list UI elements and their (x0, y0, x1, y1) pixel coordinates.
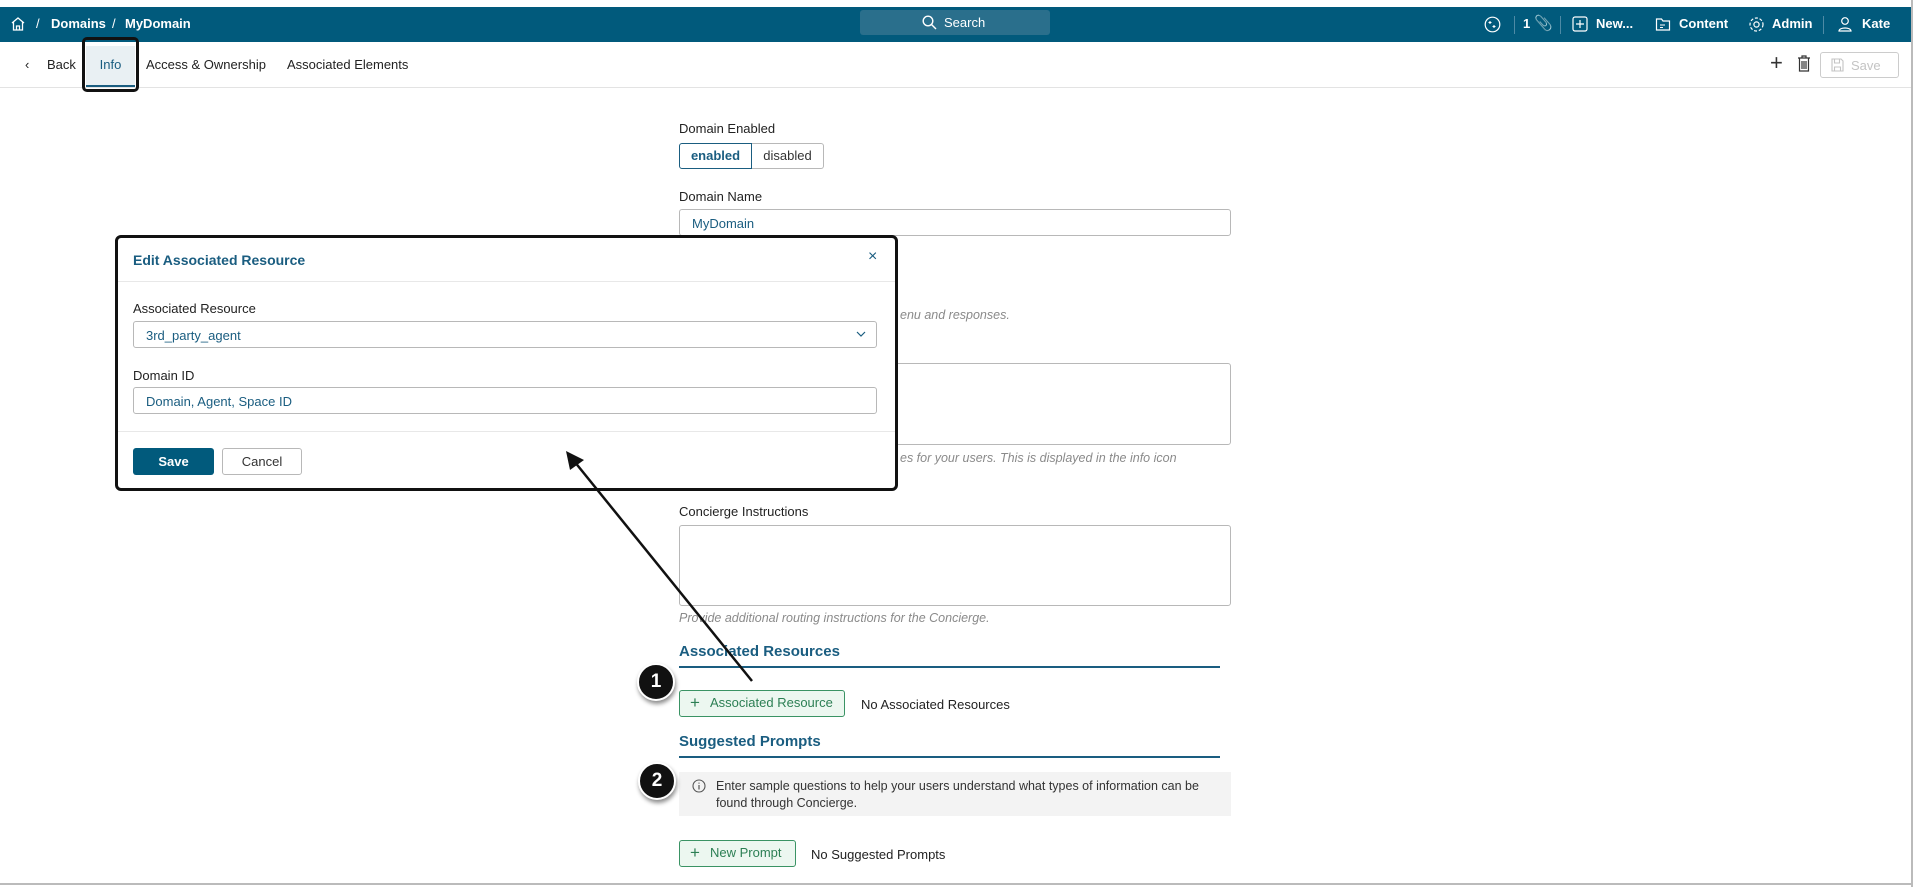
add-associated-resource-button[interactable]: + Associated Resource (679, 690, 845, 717)
folder-icon[interactable] (1655, 16, 1671, 32)
prompts-info-text: Enter sample questions to help your user… (716, 779, 1199, 810)
plus-icon: + (690, 693, 700, 712)
divider (679, 666, 1220, 668)
dialog-cancel-button[interactable]: Cancel (222, 448, 302, 475)
associated-resource-select[interactable]: 3rd_party_agent (133, 321, 877, 348)
save-label: Save (1851, 58, 1881, 73)
tab-associated-elements[interactable]: Associated Elements (287, 57, 408, 72)
admin-menu[interactable]: Admin (1772, 16, 1812, 31)
divider (118, 431, 895, 432)
button-label: Associated Resource (710, 695, 833, 710)
edit-associated-resource-dialog: Edit Associated Resource × Associated Re… (115, 235, 898, 491)
annotation-badge-2: 2 (638, 762, 676, 800)
concierge-help: Provide additional routing instructions … (679, 611, 990, 625)
domain-id-label: Domain ID (133, 368, 195, 383)
divider (1560, 16, 1561, 34)
content-menu[interactable]: Content (1679, 16, 1728, 31)
info-tab-highlight (82, 37, 139, 92)
dialog-title: Edit Associated Resource (133, 252, 306, 268)
save-icon (1831, 58, 1844, 72)
chevron-left-icon[interactable]: ‹ (25, 57, 29, 72)
button-label: New Prompt (710, 845, 782, 860)
info-icon (692, 779, 706, 793)
associated-resources-heading: Associated Resources (679, 643, 840, 660)
user-menu[interactable]: Kate (1862, 16, 1890, 31)
description-help-fragment: es for your users. This is displayed in … (900, 451, 1177, 465)
breadcrumb-separator: / (36, 16, 40, 31)
toggle-disabled[interactable]: disabled (752, 143, 824, 169)
concierge-instructions-label: Concierge Instructions (679, 504, 809, 519)
save-button[interactable]: Save (1820, 52, 1899, 78)
home-icon[interactable] (10, 16, 26, 32)
select-value: 3rd_party_agent (146, 328, 241, 343)
breadcrumb-domains[interactable]: Domains (51, 16, 106, 31)
search-icon (922, 15, 937, 30)
associated-resource-label: Associated Resource (133, 301, 256, 316)
breadcrumb-separator: / (112, 16, 116, 31)
toggle-enabled[interactable]: enabled (679, 143, 752, 169)
add-icon[interactable]: + (1770, 50, 1783, 76)
plus-square-icon[interactable] (1572, 16, 1588, 32)
scrollbar-edge (1911, 0, 1913, 887)
concierge-instructions-textarea[interactable] (679, 525, 1231, 606)
divider (679, 756, 1220, 758)
breadcrumb-mydomain: MyDomain (125, 16, 191, 31)
window-bottom-edge (0, 883, 1913, 885)
chevron-down-icon (856, 331, 866, 337)
attachment-count[interactable]: 1 (1523, 16, 1530, 31)
back-button[interactable]: Back (47, 57, 76, 72)
domain-name-input[interactable]: MyDomain (679, 209, 1231, 236)
domain-enabled-label: Domain Enabled (679, 121, 776, 136)
plus-icon: + (690, 843, 700, 862)
dialog-save-button[interactable]: Save (133, 448, 214, 475)
no-prompts-text: No Suggested Prompts (811, 847, 946, 862)
divider (1514, 16, 1515, 34)
gear-icon[interactable] (1748, 16, 1765, 33)
divider (118, 281, 895, 282)
search-button[interactable]: Search (860, 10, 1050, 35)
concierge-icon[interactable] (1484, 16, 1501, 33)
new-button[interactable]: New... (1596, 16, 1633, 31)
user-icon[interactable] (1837, 16, 1853, 32)
annotation-badge-1: 1 (637, 663, 675, 701)
tab-access-ownership[interactable]: Access & Ownership (146, 57, 266, 72)
no-resources-text: No Associated Resources (861, 697, 1010, 712)
prompts-info-box: Enter sample questions to help your user… (679, 772, 1231, 816)
paperclip-icon[interactable]: 📎 (1534, 14, 1553, 32)
trash-icon[interactable] (1797, 55, 1811, 72)
domain-name-label: Domain Name (679, 189, 763, 204)
tab-bar: ‹ Back Info Access & Ownership Associate… (0, 42, 1912, 88)
search-label: Search (944, 15, 986, 30)
new-prompt-button[interactable]: + New Prompt (679, 840, 796, 867)
close-icon[interactable]: × (868, 248, 877, 266)
domain-id-input[interactable]: Domain, Agent, Space ID (133, 387, 877, 414)
divider (1823, 16, 1824, 34)
suggested-prompts-heading: Suggested Prompts (679, 733, 821, 750)
description-help-fragment: enu and responses. (900, 308, 1010, 322)
top-navigation-bar: / Domains / MyDomain Search 1 📎 New... C… (0, 7, 1912, 42)
